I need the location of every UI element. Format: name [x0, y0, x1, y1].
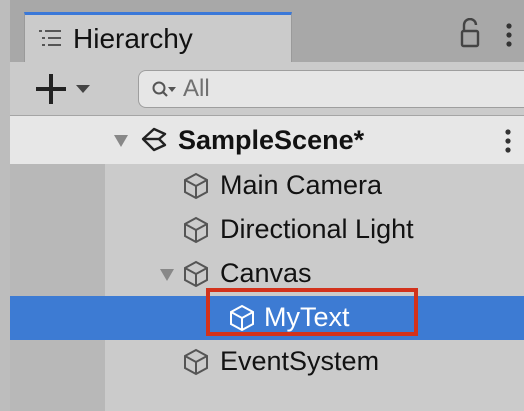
gameobject-cube-icon [184, 260, 208, 288]
gameobject-cube-icon [230, 304, 254, 332]
gameobject-cube-icon [184, 216, 208, 244]
left-edge [0, 0, 10, 411]
scene-row[interactable]: SampleScene* [10, 116, 524, 164]
tree-item-canvas[interactable]: Canvas [10, 252, 524, 296]
tab-hierarchy[interactable]: Hierarchy [24, 12, 292, 62]
tree-item-label: Main Camera [220, 170, 383, 200]
tab-bar: Hierarchy [10, 0, 524, 62]
scene-label: SampleScene* [178, 125, 365, 155]
tree-item-label: EventSystem [220, 346, 380, 376]
tree-item-directional-light[interactable]: Directional Light [10, 208, 524, 252]
search-field[interactable] [138, 70, 524, 108]
tree-item-label: MyText [264, 302, 350, 332]
hierarchy-panel: Hierarchy All SampleScene* Main Camera D… [10, 0, 524, 411]
tree-item-eventsystem[interactable]: EventSystem [10, 340, 524, 384]
expand-arrow-icon[interactable] [160, 268, 174, 282]
tree-item-label: Canvas [220, 258, 312, 288]
scene-menu-icon[interactable] [504, 128, 512, 154]
search-filter-icon[interactable] [151, 80, 177, 100]
list-icon [39, 30, 61, 46]
tree-item-label: Directional Light [220, 214, 414, 244]
tab-label: Hierarchy [73, 23, 193, 54]
gameobject-cube-icon [184, 172, 208, 200]
tree-item-main-camera[interactable]: Main Camera [10, 164, 524, 208]
toolbar [10, 62, 524, 116]
gameobject-cube-icon [184, 348, 208, 376]
kebab-menu-icon[interactable] [505, 22, 513, 48]
hierarchy-tree: SampleScene* Main Camera Directional Lig… [10, 116, 524, 411]
search-input[interactable] [183, 73, 503, 105]
tree-item-mytext[interactable]: MyText [10, 296, 524, 340]
lock-icon[interactable] [460, 18, 480, 48]
unity-scene-icon [141, 127, 167, 152]
expand-arrow-icon[interactable] [114, 134, 128, 148]
plus-dropdown-icon[interactable] [34, 72, 114, 106]
